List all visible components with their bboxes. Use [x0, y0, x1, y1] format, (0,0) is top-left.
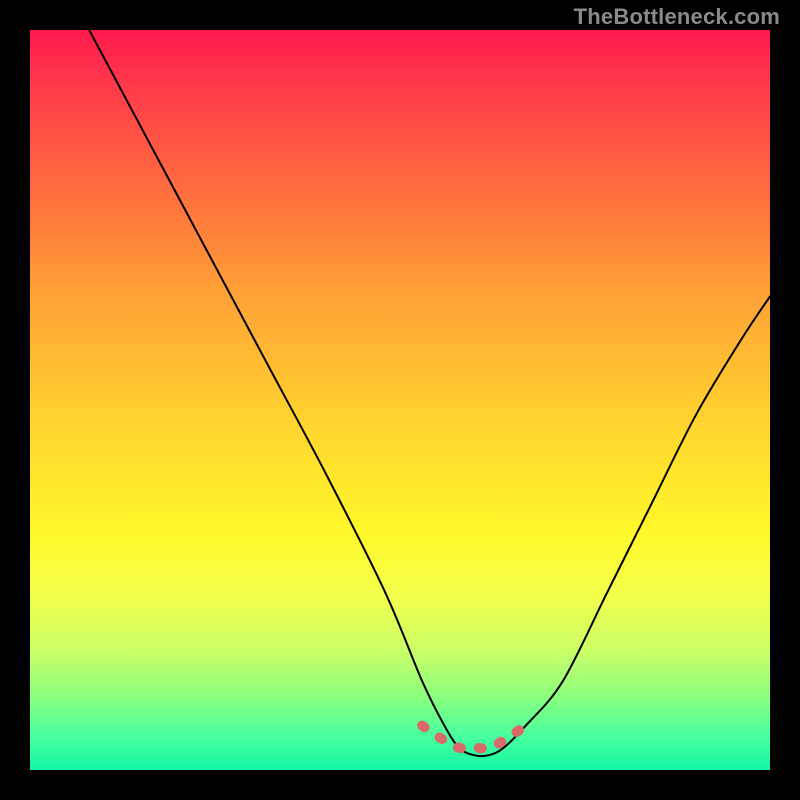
optimal-band-path [422, 726, 526, 749]
chart-frame: TheBottleneck.com [0, 0, 800, 800]
bottleneck-curve-path [89, 30, 770, 756]
watermark-text: TheBottleneck.com [574, 4, 780, 30]
chart-overlay [30, 30, 770, 770]
